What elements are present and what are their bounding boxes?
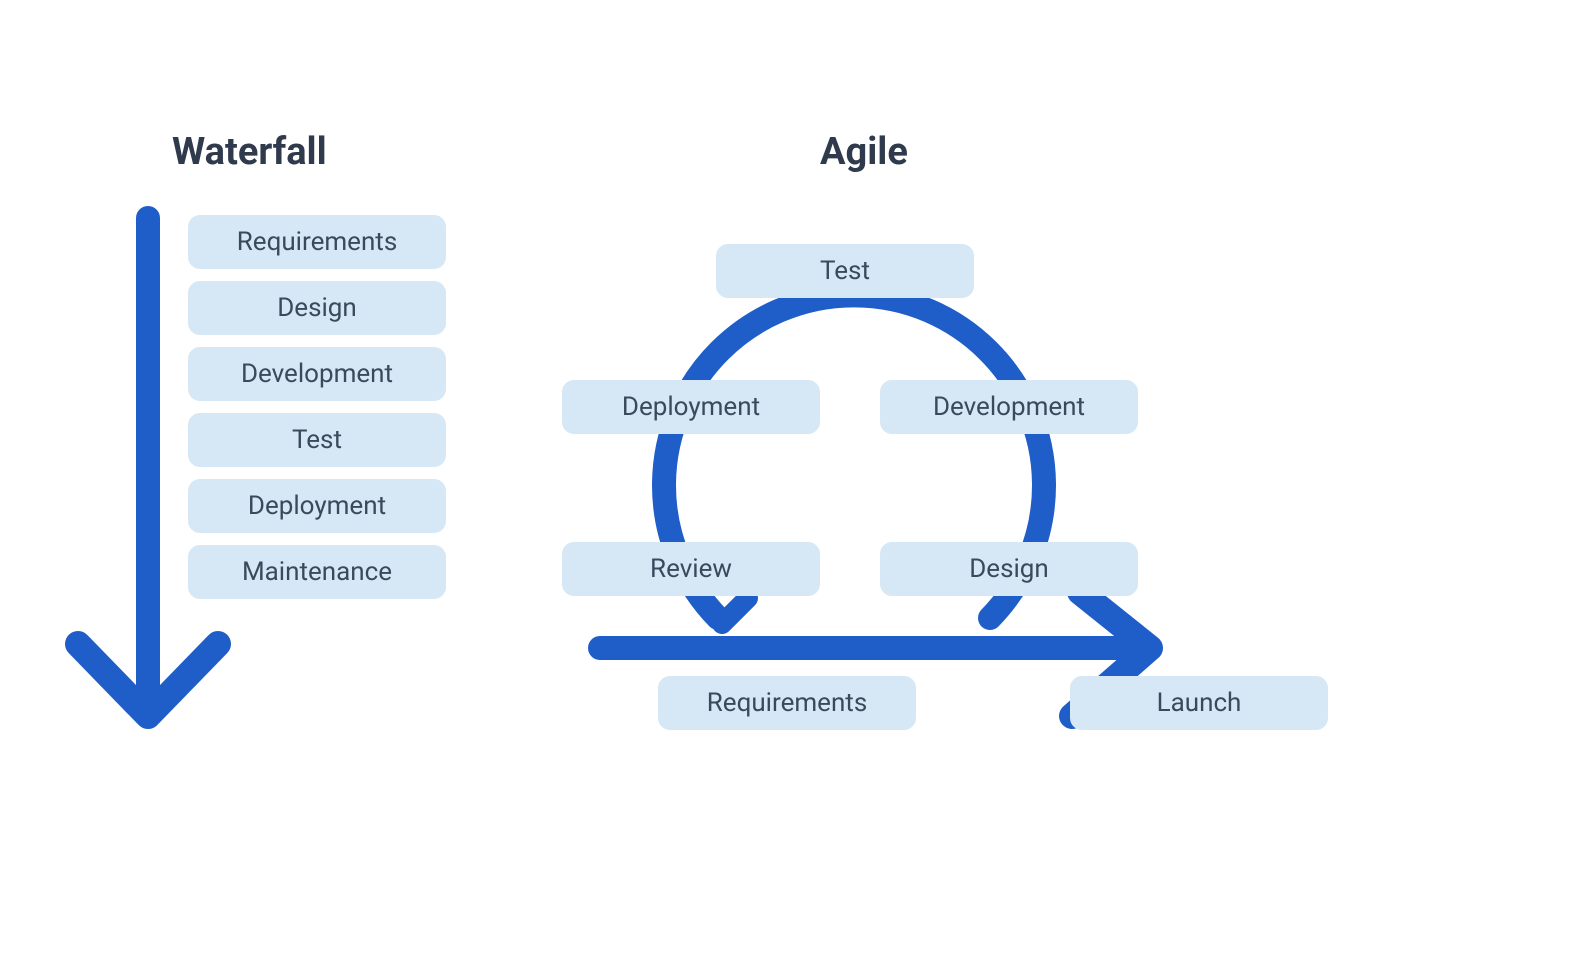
waterfall-step: Design	[188, 281, 446, 335]
agile-node-test: Test	[716, 244, 974, 298]
waterfall-step: Test	[188, 413, 446, 467]
diagram-stage: Waterfall Requirements Design Developmen…	[0, 0, 1584, 960]
agile-node-requirements: Requirements	[658, 676, 916, 730]
agile-node-deployment: Deployment	[562, 380, 820, 434]
agile-title: Agile	[820, 130, 908, 174]
waterfall-step: Requirements	[188, 215, 446, 269]
agile-node-development: Development	[880, 380, 1138, 434]
waterfall-title: Waterfall	[172, 130, 327, 174]
waterfall-step: Maintenance	[188, 545, 446, 599]
agile-node-review: Review	[562, 542, 820, 596]
waterfall-step: Deployment	[188, 479, 446, 533]
agile-node-design: Design	[880, 542, 1138, 596]
agile-node-launch: Launch	[1070, 676, 1328, 730]
waterfall-step: Development	[188, 347, 446, 401]
